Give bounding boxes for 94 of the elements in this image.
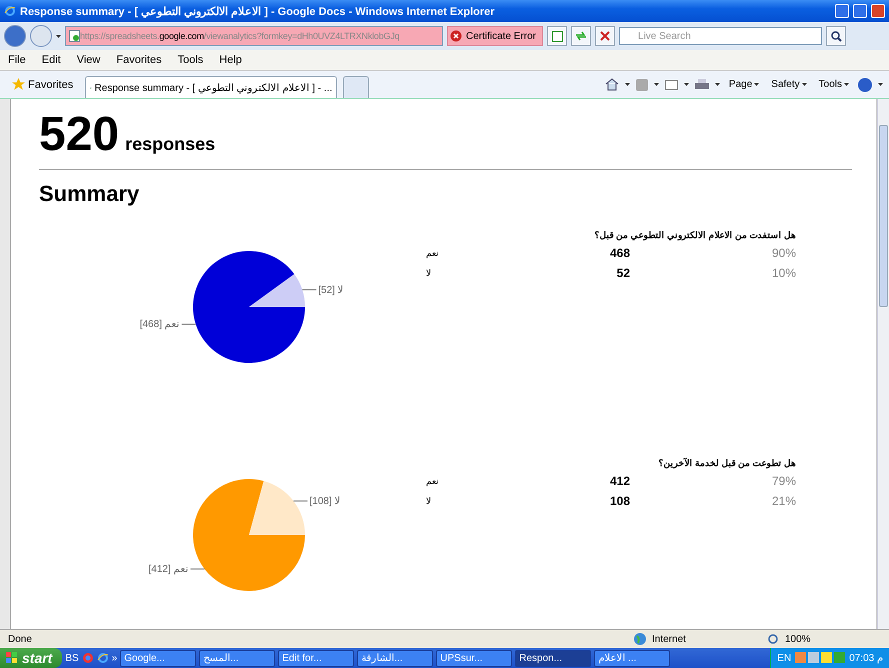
new-tab-button[interactable] [343,76,370,98]
slice-label: لا [108] [309,494,341,507]
question-title: هل تطوعت من قبل لخدمة الآخرين؟ [657,458,796,470]
scrollbar[interactable] [877,99,889,629]
favorites-button[interactable]: Favorites [6,77,80,92]
stop-button[interactable] [595,26,616,46]
leader-line [190,568,205,570]
zoom-level[interactable]: 100% [785,634,811,644]
response-label: responses [125,134,216,155]
search-button[interactable] [826,26,846,46]
answer-label: نعم [426,476,439,486]
leader-line [181,324,196,325]
printer-icon[interactable] [694,78,709,90]
taskbar-item[interactable]: المسح... [199,650,276,666]
answer-count: 108 [610,494,630,508]
answer-count: 468 [610,246,630,260]
start-button[interactable]: start [0,648,62,668]
windows-logo-icon [6,652,18,664]
caret-icon [754,83,760,86]
response-count: 520 [39,107,120,162]
refresh-button[interactable] [571,26,592,46]
caret-icon [684,83,689,86]
mail-icon[interactable] [664,80,678,90]
back-button[interactable] [4,25,26,47]
zone-text: Internet [652,634,687,644]
caret-icon [802,83,807,86]
page-icon [69,30,80,42]
command-button[interactable]: Safety [768,79,810,90]
answer-percent: 79% [772,474,796,488]
taskbar-item[interactable]: الشارقة... [357,650,434,666]
page-icon [552,30,563,42]
leader-line [293,500,308,502]
refresh-icon [575,31,588,41]
answer-percent: 10% [772,266,796,280]
summary-heading: Summary [39,181,140,208]
zoom-icon [768,634,779,644]
answer-label: لا [426,268,431,278]
taskbar-item[interactable]: Edit for... [278,650,354,666]
slice-label: لا [52] [318,284,344,296]
caret-icon [56,34,61,38]
leader-line [302,289,317,290]
compatibility-button[interactable] [547,26,568,46]
clock: 07:03 م [849,652,883,664]
menu-item[interactable]: Favorites [108,54,170,66]
feed-icon[interactable] [636,78,648,90]
window-title: Response summary - [ الاعلام الالكتروني التطوعي ] - Google Docs - Windows Internet Explorer [20,4,496,18]
more-button[interactable]: » [112,652,118,664]
menu-item[interactable]: Edit [34,54,69,66]
menu-item[interactable]: Help [211,54,250,66]
question-title: هل استفدت من الاعلام الالكتروني التطوعي من قبل؟ [593,230,796,242]
caret-icon [844,83,849,86]
command-button[interactable]: Page [726,79,762,90]
answer-percent: 21% [772,494,796,508]
menu-item[interactable]: Tools [170,54,212,66]
caret-icon [624,83,630,86]
quick-launch-item[interactable]: BS [65,652,79,664]
browser-icon [4,5,16,17]
star-icon [12,78,25,91]
address-field[interactable]: https://spreadsheets.google.com/viewanalytics?formkey=dHh0UVZ4LTRXNklobGJq [65,26,443,46]
taskbar-item[interactable]: UPSsur... [436,650,512,666]
menu-item[interactable]: File [0,54,34,66]
tray-icons-drawing [795,652,846,664]
answer-label: لا [426,496,431,506]
search-field[interactable]: Live Search [619,27,822,45]
taskbar-item[interactable]: Respon... [515,650,592,666]
browser-icon[interactable] [96,652,109,664]
caret-icon [654,83,659,86]
browser-tab[interactable]: Response summary - [ الاعلام الالكتروني التطوعي ] - ... [85,76,338,98]
answer-count: 52 [616,266,630,280]
slice-label: نعم [468] [140,318,180,330]
certificate-error-button[interactable]: Certificate Error [447,26,544,46]
globe-icon [634,633,646,645]
shield-icon [450,30,462,42]
caret-icon [714,83,720,86]
minimize-button[interactable] [835,4,849,18]
search-icon [830,30,842,42]
slice-label: نعم [412] [148,563,189,575]
browser-icon[interactable] [82,652,94,664]
help-icon[interactable] [858,78,872,92]
command-button[interactable]: Tools [816,79,852,90]
home-icon[interactable] [604,78,619,91]
taskbar-item[interactable]: Google... [120,650,196,666]
close-button[interactable] [871,4,885,18]
forward-button[interactable] [30,25,52,47]
caret-icon [878,83,883,86]
close-icon [600,31,610,41]
answer-count: 412 [610,474,630,488]
maximize-button[interactable] [853,4,867,18]
menu-item[interactable]: View [68,54,108,66]
answer-percent: 90% [772,246,796,260]
taskbar-item[interactable]: الاعلام ... [594,650,670,666]
answer-label: نعم [426,248,439,258]
status-text: Done [8,634,33,644]
scroll-thumb[interactable] [879,125,888,307]
